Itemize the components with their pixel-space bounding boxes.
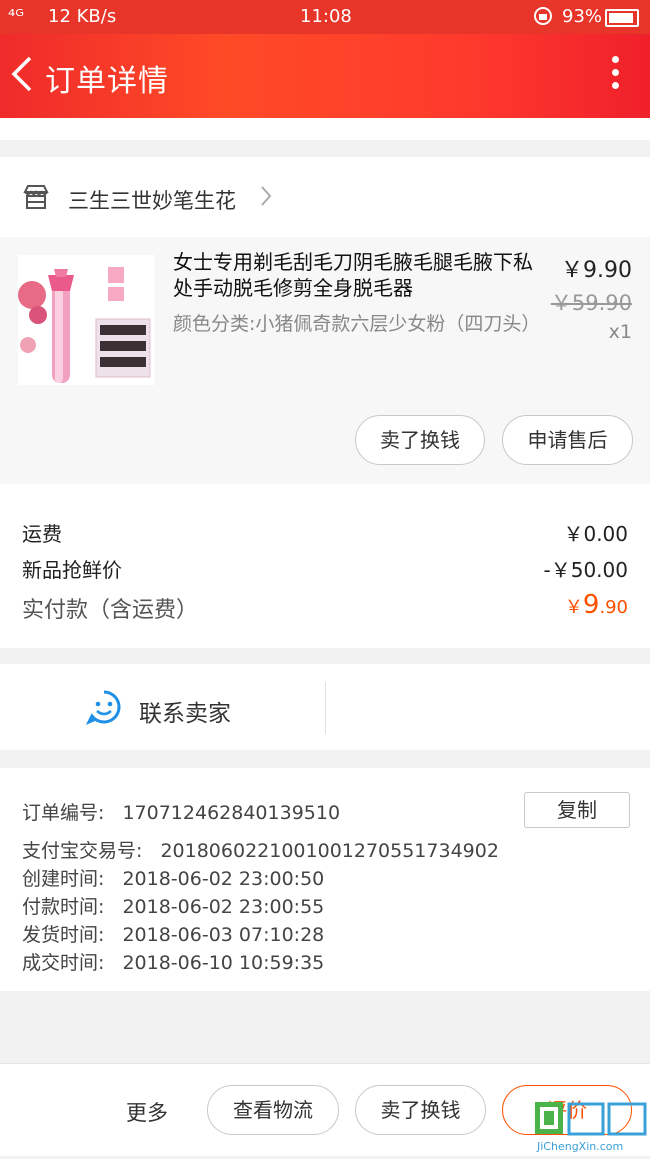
contact-row: 联系卖家	[0, 664, 650, 750]
view-logistics-button[interactable]: 查看物流	[207, 1085, 339, 1135]
app-header: 订单详情	[0, 34, 650, 118]
paid-label: 实付款（含运费）	[22, 598, 199, 623]
product-price: ￥9.90	[561, 258, 632, 283]
order-number-label: 订单编号:	[22, 802, 105, 824]
divider	[325, 682, 326, 734]
shipped-time-row: 发货时间: 2018-06-03 07:10:28	[22, 920, 324, 947]
product-variant: 颜色分类:小猪佩奇款六层少女粉（四刀头）	[173, 313, 541, 335]
more-button[interactable]: 更多	[126, 1097, 168, 1127]
product-title[interactable]: 女士专用剃毛刮毛刀阴毛腋毛腿毛腋下私处手动脱毛修剪全身脱毛器	[173, 249, 533, 301]
discount-value: -￥50.00	[543, 558, 628, 582]
shipping-label: 运费	[22, 522, 62, 546]
completed-time-value: 2018-06-10 10:59:35	[122, 952, 325, 974]
status-bar: ⁴ᴳ 12 KB/s 11:08 93%	[0, 0, 650, 34]
created-time-row: 创建时间: 2018-06-02 23:00:50	[22, 864, 324, 891]
back-button[interactable]	[10, 54, 40, 94]
page-title: 订单详情	[45, 64, 169, 99]
watermark-text: JiChengXin.com	[536, 1140, 623, 1153]
alipay-trade-value: 2018060221001001270551734902	[160, 840, 499, 862]
more-menu-button[interactable]	[612, 56, 622, 96]
paid-integer: 9	[582, 590, 600, 620]
alipay-trade-row: 支付宝交易号: 2018060221001001270551734902	[22, 836, 499, 863]
shop-header[interactable]: 三生三世妙笔生花	[0, 157, 650, 237]
completed-time-row: 成交时间: 2018-06-10 10:59:35	[22, 948, 324, 975]
chat-smile-icon	[85, 689, 122, 729]
copy-button[interactable]: 复制	[524, 792, 630, 828]
contact-seller-label: 联系卖家	[139, 701, 231, 727]
chevron-right-icon	[259, 183, 273, 216]
battery-percent: 93%	[562, 6, 603, 27]
signal-icon: ⁴ᴳ	[8, 6, 24, 27]
order-item[interactable]: 女士专用剃毛刮毛刀阴毛腋毛腿毛腋下私处手动脱毛修剪全身脱毛器 颜色分类:小猪佩奇…	[0, 237, 650, 484]
contact-seller-button[interactable]: 联系卖家	[0, 664, 325, 750]
network-speed: 12 KB/s	[48, 6, 117, 27]
resell-button[interactable]: 卖了换钱	[355, 415, 485, 465]
completed-time-label: 成交时间:	[22, 952, 105, 974]
alipay-trade-label: 支付宝交易号:	[22, 840, 143, 862]
order-number-row: 订单编号: 170712462840139510	[22, 798, 340, 825]
chevron-left-icon	[11, 56, 32, 92]
created-time-label: 创建时间:	[22, 868, 105, 890]
store-icon	[22, 184, 50, 214]
paid-time-value: 2018-06-02 23:00:55	[122, 896, 325, 918]
cost-summary: 运费 ￥0.00 新品抢鲜价 -￥50.00 实付款（含运费） ￥9.90	[0, 484, 650, 648]
more-vertical-icon	[612, 56, 622, 89]
product-quantity: x1	[608, 321, 632, 343]
shipped-time-label: 发货时间:	[22, 924, 105, 946]
top-spacer	[0, 118, 650, 140]
rotation-lock-icon	[532, 5, 554, 32]
product-image[interactable]	[18, 255, 155, 385]
clock: 11:08	[300, 6, 352, 27]
paid-time-label: 付款时间:	[22, 896, 105, 918]
after-sale-button[interactable]: 申请售后	[502, 415, 633, 465]
order-info: 订单编号: 170712462840139510 复制 支付宝交易号: 2018…	[0, 768, 650, 991]
resell-bottom-button[interactable]: 卖了换钱	[355, 1085, 486, 1135]
created-time-value: 2018-06-02 23:00:50	[122, 868, 325, 890]
shipping-value: ￥0.00	[563, 522, 628, 546]
discount-label: 新品抢鲜价	[22, 558, 122, 582]
paid-time-row: 付款时间: 2018-06-02 23:00:55	[22, 892, 324, 919]
shop-name: 三生三世妙笔生花	[68, 189, 236, 213]
order-number-value: 170712462840139510	[122, 802, 341, 824]
battery-icon	[605, 9, 639, 27]
shipped-time-value: 2018-06-03 07:10:28	[122, 924, 325, 946]
paid-decimal: .90	[599, 597, 628, 618]
original-price: ￥59.90	[550, 291, 632, 315]
paid-amount: ￥9.90	[565, 590, 628, 620]
site-watermark: JiChengXin.com	[533, 1100, 649, 1159]
paid-currency: ￥	[564, 597, 583, 618]
